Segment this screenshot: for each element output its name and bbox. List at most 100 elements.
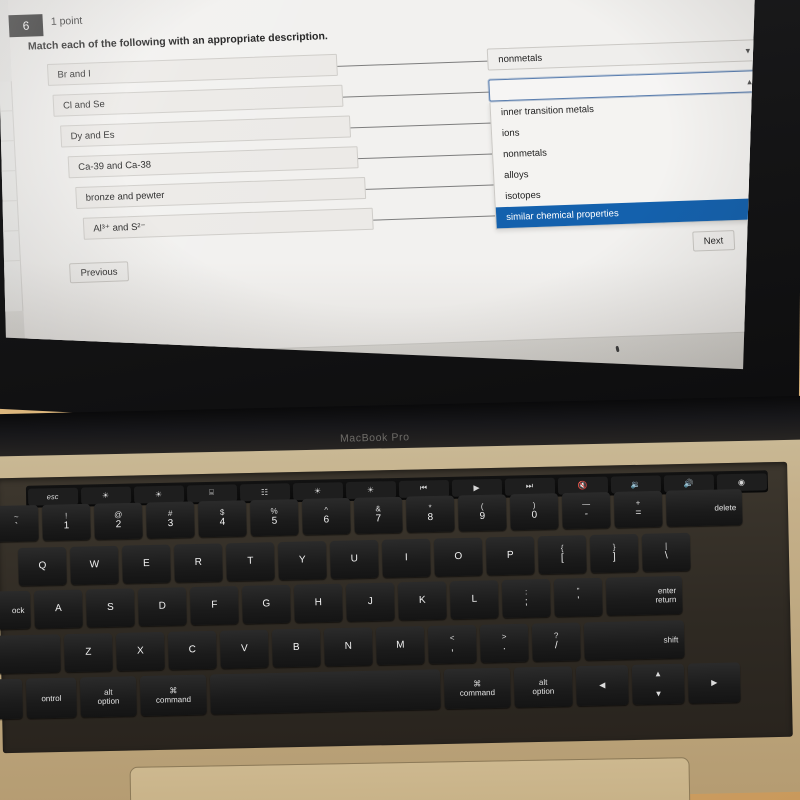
key-upper: ( [480,502,484,512]
next-button[interactable]: Next [692,230,735,252]
key-y[interactable]: Y [277,541,327,581]
key-upper: @ [114,510,123,520]
key-p[interactable]: P [485,536,535,576]
rail-item-4[interactable]: 4 [0,111,14,143]
key-shift-right[interactable]: shift [583,620,685,661]
pin-icon[interactable]: 📌 [745,0,756,4]
key-r[interactable]: R [173,543,223,583]
key-arrow-right[interactable]: ▶ [687,662,741,704]
key-label: Y [298,554,306,566]
key-backslash[interactable]: | \ [641,532,691,572]
key-label: X [136,645,144,657]
key-label: P [506,550,514,562]
key-1[interactable]: ! 1 [41,503,91,541]
key-return[interactable]: enter return [605,575,683,616]
key-backtick[interactable]: ~ ` [0,505,39,542]
key-quote[interactable]: " ' [553,577,603,617]
rail-item-6[interactable]: 6 [0,171,17,203]
rail-item-5[interactable]: 5 [0,141,16,173]
key-m[interactable]: M [375,626,425,666]
arrow-down-icon: ▼ [654,689,663,699]
key-comma[interactable]: < , [427,624,477,664]
key-e[interactable]: E [121,544,171,584]
key-upper: | [664,541,668,551]
key-lower: , [450,642,454,654]
key-k[interactable]: K [397,581,447,621]
key-option-left[interactable]: alt option [79,676,137,718]
key-arrow-left[interactable]: ◀ [575,664,629,707]
rewind-icon[interactable]: ⏮ [398,479,449,498]
key-0[interactable]: ) 0 [509,493,559,531]
key-equals[interactable]: + = [613,490,663,528]
key-5[interactable]: % 5 [249,499,299,537]
key-upper: * [428,503,432,513]
brightness-up-icon[interactable]: ☀ [133,484,184,504]
key-o[interactable]: O [433,537,483,577]
key-l[interactable]: L [449,580,499,620]
key-8[interactable]: * 8 [405,495,455,533]
key-fn[interactable] [0,678,23,720]
rail-item-8[interactable]: 8 [0,231,20,263]
key-semicolon[interactable]: : ; [501,578,551,619]
rail-item-7[interactable]: 7 [0,201,19,233]
key-h[interactable]: H [293,583,343,623]
key-n[interactable]: N [323,627,373,667]
key-control[interactable]: ontrol [25,677,77,719]
key-bracket-left[interactable]: { [ [537,535,587,575]
key-3[interactable]: # 3 [145,501,195,539]
key-q[interactable]: Q [18,546,67,586]
answer-select-1[interactable]: nonmetals ▾ [486,39,756,71]
key-minus[interactable]: — - [561,492,611,530]
key-v[interactable]: V [219,629,269,669]
key-period[interactable]: > . [479,623,529,663]
escape-key[interactable]: esc [27,487,78,506]
key-c[interactable]: C [167,630,217,670]
key-6[interactable]: ^ 6 [301,497,351,536]
mission-control-icon[interactable]: ⌸ [186,483,237,502]
rail-item-3[interactable]: 3 [0,81,13,113]
key-lower: [ [560,552,564,564]
keyboard-brightness-down-icon[interactable]: ☀ [292,481,343,500]
back-arrow-icon[interactable]: |← [0,387,16,388]
key-label: F [211,599,218,611]
key-arrow-updown[interactable]: ▲ ▼ [631,663,685,705]
key-bracket-right[interactable]: } ] [589,533,639,574]
quiz-page-plane: 3 4 5 6 7 8 |← 6 1 point Match each of t… [0,0,756,369]
key-4[interactable]: $ 4 [197,500,247,538]
key-t[interactable]: T [225,542,275,582]
launchpad-icon[interactable]: ☷ [239,482,290,501]
key-7[interactable]: & 7 [353,496,403,534]
key-z[interactable]: Z [63,633,113,673]
key-2[interactable]: @ 2 [93,502,143,540]
key-u[interactable]: U [329,539,379,579]
key-command-left[interactable]: ⌘ command [139,674,207,717]
key-a[interactable]: A [33,589,83,629]
key-label: ock [11,605,25,615]
question-prompt: Match each of the following with an appr… [27,30,329,53]
key-i[interactable]: I [381,538,431,578]
keyboard-brightness-up-icon[interactable]: ☀ [345,480,396,499]
key-b[interactable]: B [271,628,321,668]
key-lower: command [459,687,496,698]
key-j[interactable]: J [345,582,395,622]
answer-dropdown-list[interactable]: inner transition metals ions nonmetals a… [489,93,756,230]
key-slash[interactable]: ? / [531,622,581,662]
key-x[interactable]: X [115,631,165,672]
key-shift-left[interactable] [0,634,61,674]
key-delete[interactable]: delete [665,489,743,527]
key-command-right[interactable]: ⌘ command [443,667,511,710]
key-9[interactable]: ( 9 [457,494,507,532]
quiz-card: 3 4 5 6 7 8 |← 6 1 point Match each of t… [0,0,756,357]
key-d[interactable]: D [137,587,187,627]
previous-button[interactable]: Previous [69,261,129,284]
key-w[interactable]: W [69,545,119,585]
key-g[interactable]: G [241,584,291,624]
key-label: U [350,553,359,565]
answer-select-value: nonmetals [497,52,543,65]
brightness-down-icon[interactable]: ☀ [80,486,131,505]
key-space[interactable] [209,669,441,715]
key-capslock[interactable]: ock [0,590,31,630]
key-f[interactable]: F [189,586,239,626]
key-s[interactable]: S [85,588,135,628]
key-option-right[interactable]: alt option [513,666,573,708]
